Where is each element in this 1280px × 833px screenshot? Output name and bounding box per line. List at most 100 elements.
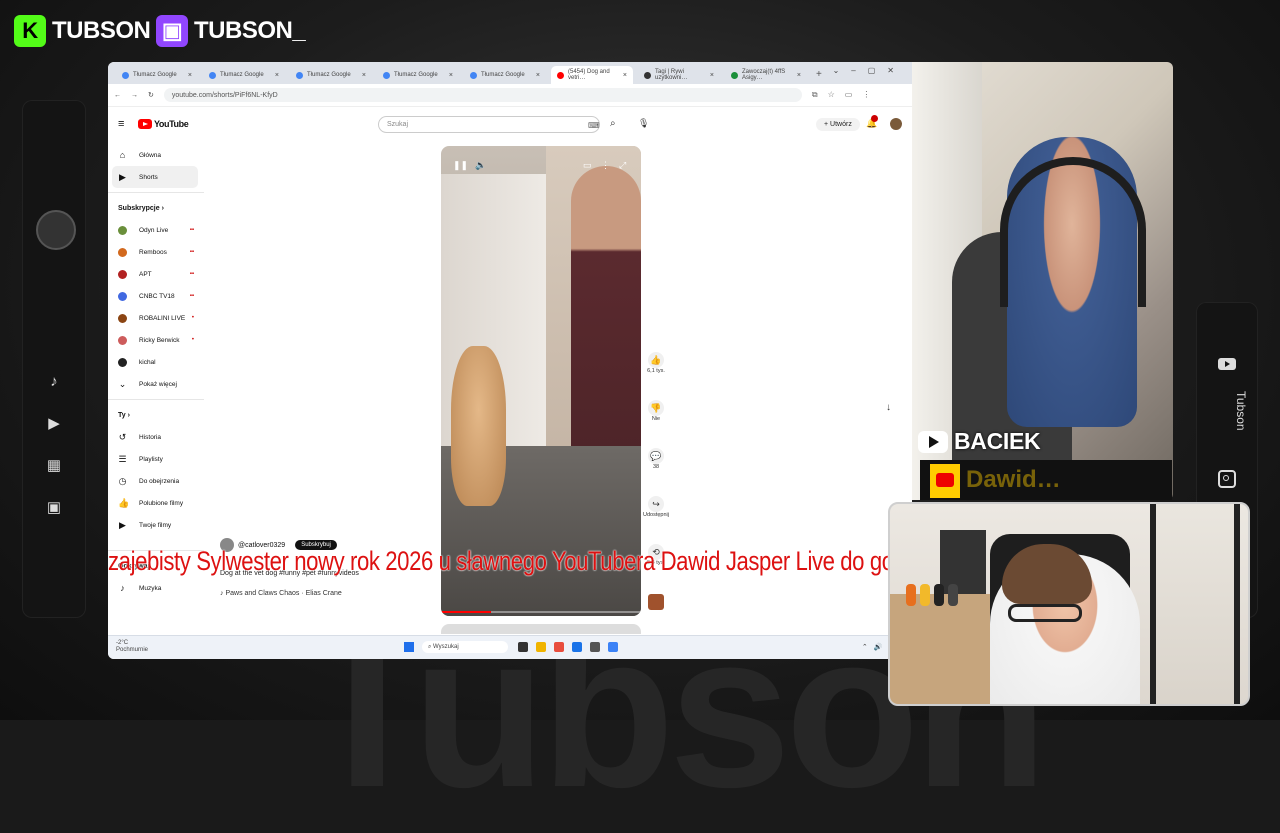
- window-controls[interactable]: ⌄–▢✕: [833, 66, 906, 75]
- tabs-icon[interactable]: ▭: [845, 90, 853, 100]
- sidebar-subscription[interactable]: CNBC TV18 ▪▪: [108, 285, 204, 307]
- browser-tab[interactable]: Tłumacz Google ×: [377, 66, 459, 84]
- menu-icon[interactable]: ⋮: [862, 90, 870, 100]
- tab-favicon: [383, 71, 390, 79]
- app-icon[interactable]: [554, 642, 564, 652]
- youtube-icon: [930, 464, 960, 498]
- sidebar-section-subscriptions[interactable]: Subskrypcje ›: [108, 197, 204, 219]
- sidebar-subscription[interactable]: APT ▪▪: [108, 263, 204, 285]
- taskbar-apps: [518, 642, 618, 652]
- close-icon[interactable]: ×: [362, 72, 366, 79]
- reload-icon[interactable]: ↻: [148, 91, 154, 99]
- pause-icon[interactable]: ❚❚: [453, 160, 468, 171]
- close-icon[interactable]: ×: [275, 72, 279, 79]
- sidebar-subscription[interactable]: Remboos ▪▪: [108, 241, 204, 263]
- share-button[interactable]: ↪ Udostępnij: [643, 496, 669, 544]
- close-icon[interactable]: ×: [710, 72, 714, 79]
- search-icon[interactable]: ⌕: [610, 118, 616, 129]
- keyboard-icon[interactable]: ⌨: [588, 121, 600, 130]
- new-content-dot: •: [191, 315, 194, 321]
- sidebar-item-history[interactable]: ↺ Historia: [108, 426, 204, 448]
- like-button[interactable]: 👍 6,1 tys.: [646, 352, 666, 400]
- app-icon[interactable]: [590, 642, 600, 652]
- youtube-logo[interactable]: YouTube: [138, 119, 189, 129]
- notifications-bell-icon[interactable]: 🔔: [866, 115, 878, 129]
- arrow-down-icon[interactable]: ↓: [886, 402, 891, 413]
- channel-avatar: [118, 291, 127, 301]
- sidebar-divider: [108, 399, 204, 400]
- music-thumbnail[interactable]: [648, 594, 664, 610]
- taskbar-search[interactable]: ⌕ Wyszukaj: [422, 641, 508, 653]
- close-icon[interactable]: ×: [188, 72, 192, 79]
- task-view-icon[interactable]: [518, 642, 528, 652]
- close-icon[interactable]: ×: [623, 72, 627, 79]
- search-input[interactable]: Szukaj: [378, 116, 600, 133]
- sidebar-item-watch-later[interactable]: ◷ Do obejrzenia: [108, 470, 204, 492]
- new-tab-button[interactable]: +: [816, 66, 822, 84]
- channel-avatar: [118, 247, 127, 257]
- sidebar-item-home[interactable]: ⌂ Główna: [108, 144, 204, 166]
- tab-favicon: [122, 71, 129, 79]
- address-bar-row: ← → ↻ youtube.com/shorts/PiFf6NL-KfyD ⧉ …: [108, 84, 912, 107]
- sidebar-subscription[interactable]: Ricky Berwick •: [108, 329, 204, 351]
- sidebar-item-liked[interactable]: 👍 Polubione filmy: [108, 492, 204, 514]
- browser-tab[interactable]: Tłumacz Google ×: [464, 66, 546, 84]
- channel-avatar: [118, 313, 127, 323]
- video-play-icon: ▶: [48, 415, 60, 432]
- dislike-button[interactable]: 👎 Nie: [646, 400, 666, 448]
- bookmark-star-icon[interactable]: ☆: [828, 90, 835, 100]
- extension-icon[interactable]: ⧉: [812, 90, 818, 100]
- volume-icon[interactable]: 🔈: [475, 160, 486, 171]
- youtube-name-strip: Dawid…: [920, 460, 1172, 500]
- close-icon[interactable]: ×: [536, 72, 540, 79]
- close-icon[interactable]: ×: [449, 72, 453, 79]
- chrome-icon[interactable]: [572, 642, 582, 652]
- file-explorer-icon[interactable]: [536, 642, 546, 652]
- browser-tab-active[interactable]: (5454) Dog and vetri… ×: [551, 66, 633, 84]
- share-icon: ↪: [648, 496, 664, 512]
- weather-widget[interactable]: -2°C Pochmurnie: [116, 640, 148, 654]
- sidebar-item-playlists[interactable]: ☰ Playlisty: [108, 448, 204, 470]
- twitch-logo: ▣ TUBSON_: [156, 14, 306, 48]
- account-avatar[interactable]: [890, 118, 902, 130]
- sidebar-subscription[interactable]: ROBALINI LIVE •: [108, 307, 204, 329]
- short-music[interactable]: ♪ Paws and Claws Chaos · Elias Crane: [220, 590, 342, 597]
- sidebar-section-you[interactable]: Ty ›: [108, 404, 204, 426]
- clock-icon: ◷: [118, 475, 127, 486]
- sidebar-show-more[interactable]: ⌄ Pokaż więcej: [108, 373, 204, 395]
- comments-button[interactable]: 💬 38: [646, 448, 666, 496]
- browser-tab[interactable]: Zawoczaj(t) 4ffS Asigy… ×: [725, 66, 807, 84]
- tab-favicon: [470, 71, 477, 79]
- home-icon: ⌂: [119, 149, 126, 160]
- browser-tab[interactable]: Tagi | Rywi uzytkowni… ×: [638, 66, 720, 84]
- windows-start-icon[interactable]: [404, 642, 414, 652]
- twitch-icon: ▣: [156, 15, 188, 47]
- browser-tab[interactable]: Tłumacz Google ×: [116, 66, 198, 84]
- comment-icon: 💬: [648, 448, 664, 464]
- captions-icon[interactable]: ▭: [583, 160, 592, 171]
- video-progress-bar[interactable]: [441, 611, 641, 613]
- webcam-desk: [890, 594, 990, 704]
- sidebar-item-your-videos[interactable]: ▶ Twoje filmy: [108, 514, 204, 536]
- live-indicator-icon: ▪▪: [189, 249, 194, 255]
- sidebar-subscription[interactable]: kichal: [108, 351, 204, 373]
- clapperboard-icon: ▦: [46, 457, 62, 474]
- close-icon[interactable]: ×: [797, 72, 801, 79]
- fullscreen-icon[interactable]: ⤢: [619, 160, 626, 171]
- next-short-preview[interactable]: [441, 624, 641, 634]
- hamburger-menu-icon[interactable]: ≡: [118, 118, 124, 130]
- streamer-webcam: [888, 502, 1250, 706]
- forward-icon[interactable]: →: [131, 92, 138, 99]
- headset-icon: [1000, 157, 1146, 307]
- more-options-icon[interactable]: ⋮: [601, 160, 610, 171]
- sidebar-item-shorts[interactable]: ▶ Shorts: [112, 166, 198, 188]
- sidebar-subscription[interactable]: Odyn Live ▪▪: [108, 219, 204, 241]
- browser-tab[interactable]: Tłumacz Google ×: [290, 66, 372, 84]
- browser-tab[interactable]: Tłumacz Google ×: [203, 66, 285, 84]
- create-button[interactable]: + Utwórz: [816, 118, 860, 131]
- url-field[interactable]: youtube.com/shorts/PiFf6NL-KfyD: [163, 88, 802, 102]
- microphone-icon[interactable]: 🎙: [638, 118, 649, 129]
- thumbs-down-icon: 👎: [648, 400, 664, 416]
- back-icon[interactable]: ←: [114, 92, 121, 99]
- steam-icon[interactable]: [608, 642, 618, 652]
